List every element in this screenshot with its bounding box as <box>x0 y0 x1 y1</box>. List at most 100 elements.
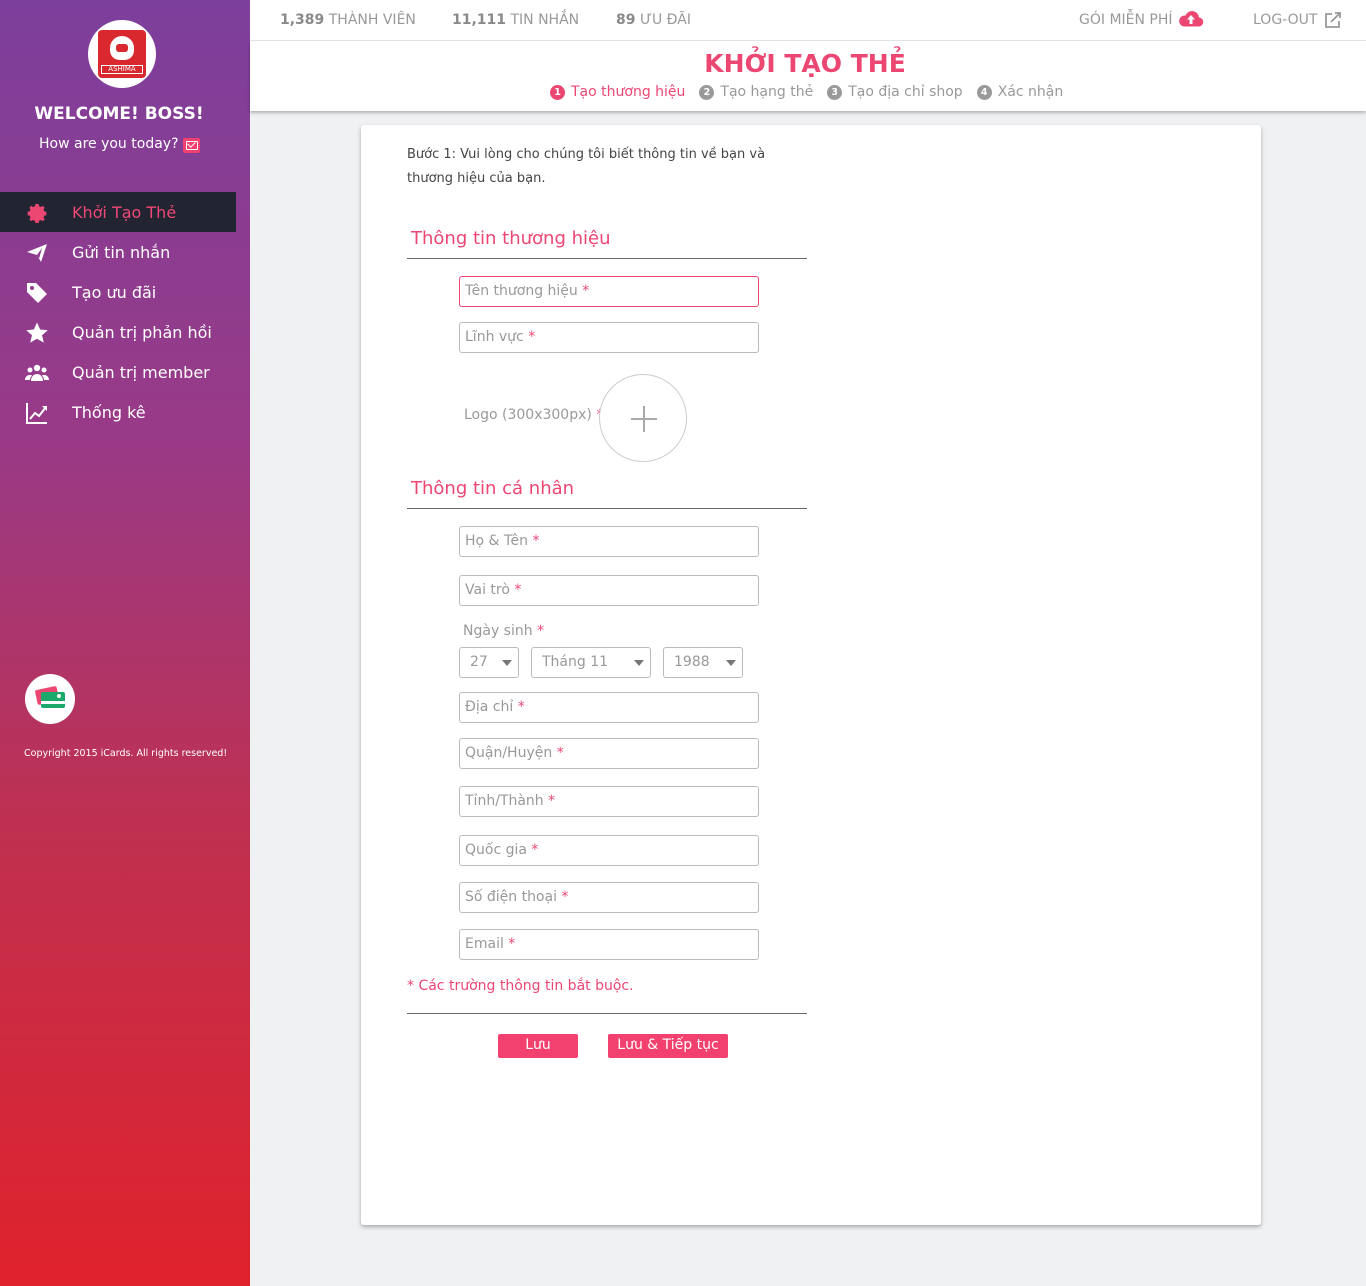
personal-section-title: Thông tin cá nhân <box>411 478 575 499</box>
brand-logo[interactable]: ASHIMA <box>88 20 156 88</box>
required-asterisk: * <box>514 582 522 598</box>
sidebar-item-thong-ke[interactable]: Thống kê <box>0 392 236 432</box>
messages-stat[interactable]: 11,111 TIN NHẮN <box>452 12 579 28</box>
step-number: 2 <box>699 84 715 100</box>
logo-mark-icon: ASHIMA <box>98 30 146 78</box>
users-icon <box>24 361 50 383</box>
form-card: Bước 1: Vui lòng cho chúng tôi biết thôn… <box>361 125 1261 1225</box>
required-asterisk: * <box>561 889 569 905</box>
members-label: THÀNH VIÊN <box>328 12 416 28</box>
field-placeholder: Số điện thoại <box>465 889 558 905</box>
plan-link[interactable]: GÓI MIỄN PHÍ <box>1079 12 1173 28</box>
field-placeholder: Quận/Huyện <box>465 745 553 761</box>
intro-text: Bước 1: Vui lòng cho chúng tôi biết thôn… <box>407 147 766 186</box>
dob-month-select[interactable]: Tháng 11 <box>531 647 651 678</box>
step-1[interactable]: 1 Tạo thương hiệu <box>550 84 685 100</box>
select-value: Tháng 11 <box>542 654 609 670</box>
required-asterisk: * <box>582 283 590 299</box>
field-placeholder: Vai trò <box>465 582 510 598</box>
step-number: 1 <box>550 84 565 100</box>
sidebar-item-label: Khởi Tạo Thẻ <box>72 202 177 222</box>
select-value: 1988 <box>674 654 710 670</box>
welcome-text: WELCOME! BOSS! <box>34 104 204 124</box>
cloud-upload-icon[interactable] <box>1178 10 1204 28</box>
email-input[interactable]: Email * <box>459 929 759 960</box>
external-link-icon[interactable] <box>1324 11 1342 29</box>
step-number: 4 <box>976 84 992 100</box>
sidebar-item-label: Quản trị phản hồi <box>72 322 212 342</box>
section-divider <box>407 1013 807 1014</box>
brand-name-input[interactable]: Tên thương hiệu * <box>459 276 759 307</box>
field-placeholder: Email <box>465 936 504 952</box>
greeting-text: How are you today? <box>39 136 179 152</box>
messages-label: TIN NHẮN <box>510 12 580 28</box>
required-asterisk: * <box>537 623 545 639</box>
brand-section-title: Thông tin thương hiệu <box>411 228 611 249</box>
required-asterisk: * <box>517 699 525 715</box>
step-number: 3 <box>827 84 843 100</box>
chevron-down-icon <box>502 660 512 666</box>
messages-count: 11,111 <box>452 12 507 28</box>
save-button[interactable]: Lưu <box>498 1034 578 1058</box>
icards-logo-icon[interactable] <box>25 674 75 724</box>
mail-icon[interactable] <box>183 138 200 153</box>
step-label: Xác nhận <box>997 84 1064 100</box>
save-continue-button[interactable]: Lưu & Tiếp tục <box>608 1034 728 1058</box>
dob-year-select[interactable]: 1988 <box>663 647 743 678</box>
field-placeholder: Lĩnh vực <box>465 329 524 345</box>
field-of-business-input[interactable]: Lĩnh vực * <box>459 322 759 353</box>
dob-label: Ngày sinh * <box>463 623 544 639</box>
address-input[interactable]: Địa chỉ * <box>459 692 759 723</box>
offers-stat[interactable]: 89 ƯU ĐÃI <box>616 12 691 28</box>
logo-upload-plus-icon[interactable] <box>599 374 687 462</box>
district-input[interactable]: Quận/Huyện * <box>459 738 759 769</box>
sidebar-item-tao-uu-dai[interactable]: Tạo ưu đãi <box>0 272 236 312</box>
sidebar-item-quan-tri-phan-hoi[interactable]: Quản trị phản hồi <box>0 312 236 352</box>
section-divider <box>407 258 807 259</box>
required-note: * Các trường thông tin bắt buộc. <box>407 978 634 994</box>
dob-label-text: Ngày sinh <box>463 623 533 639</box>
step-label: Tạo địa chỉ shop <box>848 84 963 100</box>
sidebar-item-quan-tri-member[interactable]: Quản trị member <box>0 352 236 392</box>
step-2[interactable]: 2 Tạo hạng thẻ <box>699 84 813 100</box>
role-input[interactable]: Vai trò * <box>459 575 759 606</box>
sidebar-item-label: Gửi tin nhắn <box>72 242 171 262</box>
step-label: Tạo hạng thẻ <box>720 84 814 100</box>
sidebar-item-khoi-tao-the[interactable]: Khởi Tạo Thẻ <box>0 192 236 232</box>
sidebar-item-label: Tạo ưu đãi <box>72 282 157 302</box>
province-input[interactable]: Tỉnh/Thành * <box>459 786 759 817</box>
copyright-text: Copyright 2015 iCards. All rights reserv… <box>24 748 228 759</box>
offers-count: 89 <box>616 12 636 28</box>
required-asterisk: * <box>556 745 564 761</box>
offers-label: ƯU ĐÃI <box>639 12 691 28</box>
step-3[interactable]: 3 Tạo địa chỉ shop <box>827 84 963 100</box>
gear-icon <box>24 201 50 223</box>
logo-label-text: Logo (300x300px) <box>464 407 592 423</box>
step-4[interactable]: 4 Xác nhận <box>976 84 1064 100</box>
members-stat[interactable]: 1,389 THÀNH VIÊN <box>280 12 416 28</box>
field-placeholder: Quốc gia <box>465 842 527 858</box>
field-placeholder: Họ & Tên <box>465 533 528 549</box>
chevron-down-icon <box>634 660 644 666</box>
field-placeholder: Địa chỉ <box>465 699 514 715</box>
dob-day-select[interactable]: 27 <box>459 647 519 678</box>
star-icon <box>24 321 50 343</box>
phone-input[interactable]: Số điện thoại * <box>459 882 759 913</box>
page-title: KHỞI TẠO THẺ <box>704 49 906 78</box>
section-divider <box>407 508 807 509</box>
logo-text: ASHIMA <box>101 65 143 74</box>
chart-icon <box>24 401 50 424</box>
sidebar-item-gui-tin-nhan[interactable]: Gửi tin nhắn <box>0 232 236 272</box>
required-asterisk: * <box>528 329 536 345</box>
sidebar-nav: Khởi Tạo Thẻ Gửi tin nhắn Tạo ưu đãi Quả… <box>0 192 236 432</box>
field-placeholder: Tỉnh/Thành <box>465 793 544 809</box>
country-input[interactable]: Quốc gia * <box>459 835 759 866</box>
chevron-down-icon <box>726 660 736 666</box>
tag-icon <box>24 281 50 303</box>
sidebar-item-label: Quản trị member <box>72 362 210 382</box>
logout-link[interactable]: LOG-OUT <box>1253 12 1317 28</box>
members-count: 1,389 <box>280 12 325 28</box>
sidebar-item-label: Thống kê <box>72 402 146 422</box>
full-name-input[interactable]: Họ & Tên * <box>459 526 759 557</box>
required-asterisk: * <box>531 842 539 858</box>
